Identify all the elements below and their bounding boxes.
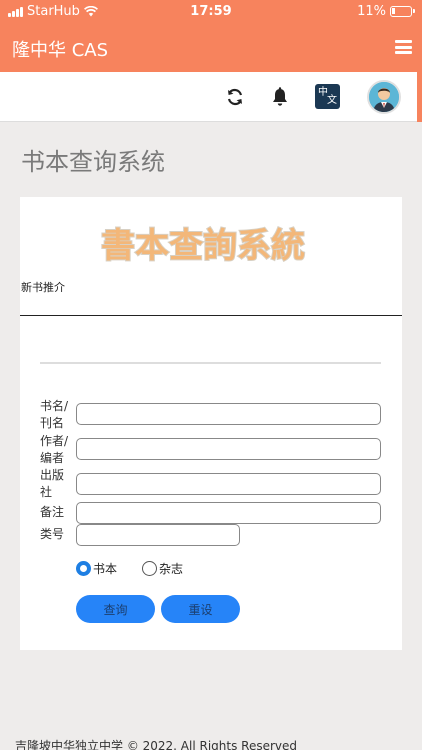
banner-text: 書本查詢系統	[101, 226, 305, 266]
divider	[20, 315, 402, 316]
footer-copyright: 吉隆坡中华独立中学 © 2022. All Rights Reserved	[15, 739, 298, 750]
radio-book-selected-icon	[76, 561, 91, 576]
user-avatar-icon[interactable]	[367, 80, 401, 114]
radio-book-label: 书本	[93, 562, 118, 576]
form-divider	[40, 362, 381, 364]
search-button[interactable]: 查询	[76, 595, 155, 623]
reset-button[interactable]: 重设	[161, 595, 240, 623]
new-books-label[interactable]: 新书推介	[21, 279, 65, 295]
publisher-input[interactable]	[76, 473, 381, 495]
language-icon[interactable]: 中 文	[315, 84, 340, 109]
author-label: 作者/编者	[40, 434, 69, 465]
title-label: 书名/刊名	[40, 399, 69, 430]
bell-icon[interactable]	[268, 85, 292, 109]
radio-book[interactable]: 书本	[76, 560, 117, 577]
category-input[interactable]	[76, 524, 240, 546]
toolbar-accent-edge	[417, 72, 422, 122]
battery-icon	[390, 6, 415, 17]
battery-percent: 11%	[357, 4, 386, 19]
page-title: 书本查询系统	[21, 148, 165, 176]
title-input[interactable]	[76, 403, 381, 425]
author-input[interactable]	[76, 438, 381, 460]
refresh-icon[interactable]	[223, 85, 247, 109]
radio-magazine[interactable]: 杂志	[142, 560, 183, 577]
category-label: 类号	[40, 527, 65, 541]
search-card: 書本查詢系統 新书推介 书名/刊名 作者/编者 出版社 备注 类号 书本 杂志 …	[20, 197, 402, 650]
radio-magazine-label: 杂志	[159, 562, 184, 576]
language-icon-bottom: 文	[327, 95, 337, 106]
app-brand[interactable]: 隆中华 CAS	[12, 36, 108, 62]
top-navbar: 隆中华 CAS	[0, 24, 422, 72]
status-bar: StarHub 17:59 11%	[0, 0, 422, 24]
banner-logo: 書本查詢系統	[100, 225, 306, 267]
status-right: 11%	[357, 4, 415, 19]
menu-icon[interactable]	[395, 40, 412, 54]
publisher-label: 出版社	[40, 468, 65, 499]
radio-magazine-unselected-icon	[142, 561, 157, 576]
toolbar: 中 文	[0, 72, 422, 122]
remarks-input[interactable]	[76, 502, 381, 524]
remarks-label: 备注	[40, 505, 65, 519]
